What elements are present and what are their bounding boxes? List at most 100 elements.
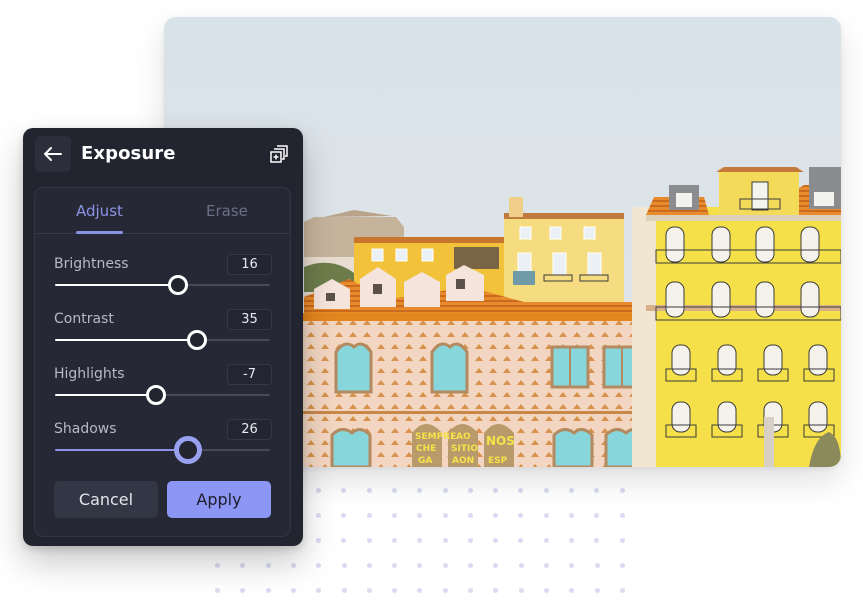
pattern-dot <box>544 588 549 593</box>
tab-erase[interactable]: Erase <box>206 202 248 220</box>
pattern-dot <box>215 588 220 593</box>
slider-handle[interactable] <box>167 275 188 295</box>
pattern-dot <box>468 588 473 593</box>
pattern-dot <box>240 563 245 568</box>
pattern-dot <box>519 588 524 593</box>
pattern-dot <box>316 563 321 568</box>
slider-label: Highlights <box>54 366 125 382</box>
pattern-dot <box>316 538 321 543</box>
pattern-dot <box>544 563 549 568</box>
highlights-value-input[interactable]: -7 <box>227 364 272 385</box>
pattern-dot <box>544 513 549 518</box>
pattern-dot <box>595 588 600 593</box>
pattern-dot <box>595 563 600 568</box>
pattern-dot <box>316 513 321 518</box>
pattern-dot <box>594 488 599 493</box>
pattern-dot <box>620 588 625 593</box>
pattern-dot <box>417 488 422 493</box>
shadows-value-input[interactable]: 26 <box>227 419 272 440</box>
panel-title: Exposure <box>81 143 176 164</box>
arrow-left-icon <box>44 147 62 161</box>
pattern-dot <box>519 563 524 568</box>
slider-row-contrast: Contrast 35 <box>54 309 272 361</box>
tab-bar: Adjust Erase <box>35 188 290 234</box>
contrast-value-input[interactable]: 35 <box>227 309 272 330</box>
pattern-dot <box>468 513 473 518</box>
pattern-dot <box>316 588 321 593</box>
highlights-slider[interactable] <box>55 385 270 405</box>
tab-adjust[interactable]: Adjust <box>76 202 123 220</box>
svg-text:NOS: NOS <box>486 434 515 448</box>
pattern-dot <box>367 488 372 493</box>
pattern-dot <box>569 513 574 518</box>
pattern-dot <box>266 588 271 593</box>
pattern-dot <box>594 538 599 543</box>
pattern-dot <box>620 563 625 568</box>
slider-handle[interactable] <box>174 436 203 464</box>
pattern-dot <box>266 563 271 568</box>
pattern-dot <box>620 538 625 543</box>
svg-text:CHE: CHE <box>416 444 436 454</box>
pattern-dot <box>620 513 625 518</box>
pattern-dot <box>392 563 397 568</box>
slider-row-highlights: Highlights -7 <box>54 364 272 416</box>
pattern-dot <box>417 513 422 518</box>
pattern-dot <box>341 538 346 543</box>
svg-text:AO: AO <box>456 432 471 442</box>
pattern-dot <box>367 538 372 543</box>
brightness-value-input[interactable]: 16 <box>227 254 272 275</box>
svg-text:GA: GA <box>418 456 432 466</box>
pattern-dot <box>443 488 448 493</box>
slider-row-shadows: Shadows 26 <box>54 419 272 471</box>
pattern-dot <box>518 488 523 493</box>
pattern-dot <box>443 588 448 593</box>
pattern-dot <box>620 488 625 493</box>
pattern-dot <box>240 588 245 593</box>
exposure-panel: Exposure Adjust Erase Brightness 16 Cont… <box>23 128 303 546</box>
pattern-dot <box>392 538 397 543</box>
svg-text:ESP: ESP <box>488 456 508 466</box>
pattern-dot <box>468 538 473 543</box>
pattern-dot <box>493 513 498 518</box>
pattern-dot <box>342 563 347 568</box>
svg-text:AON: AON <box>452 456 474 466</box>
slider-fill <box>55 394 157 396</box>
pattern-dot <box>443 513 448 518</box>
slider-label: Contrast <box>54 311 114 327</box>
slider-fill <box>55 449 189 451</box>
pattern-dot <box>367 563 372 568</box>
pattern-dot <box>367 588 372 593</box>
slider-label: Brightness <box>54 256 129 272</box>
back-button[interactable] <box>35 136 71 172</box>
pattern-dot <box>493 588 498 593</box>
pattern-dot <box>392 488 397 493</box>
duplicate-button[interactable] <box>269 144 289 164</box>
pattern-dot <box>544 488 549 493</box>
slider-fill <box>55 339 197 341</box>
active-tab-indicator <box>76 231 123 234</box>
contrast-slider[interactable] <box>55 330 270 350</box>
pattern-dot <box>341 513 346 518</box>
pattern-dot <box>417 538 422 543</box>
brightness-slider[interactable] <box>55 275 270 295</box>
apply-button[interactable]: Apply <box>167 481 271 518</box>
slider-handle[interactable] <box>186 330 207 350</box>
adjustment-card: Adjust Erase Brightness 16 Contrast 35 H… <box>34 187 291 537</box>
svg-text:SEMPRE: SEMPRE <box>415 432 456 442</box>
pattern-dot <box>544 538 549 543</box>
pattern-dot <box>443 538 448 543</box>
pattern-dot <box>493 488 498 493</box>
pattern-dot <box>493 538 498 543</box>
pattern-dot <box>493 563 498 568</box>
pattern-dot <box>468 563 473 568</box>
slider-handle[interactable] <box>146 385 167 405</box>
cancel-button[interactable]: Cancel <box>54 481 158 518</box>
shadows-slider[interactable] <box>55 436 270 464</box>
pattern-dot <box>518 538 523 543</box>
pattern-dot <box>367 513 372 518</box>
slider-fill <box>55 284 178 286</box>
slider-label: Shadows <box>54 421 117 437</box>
pattern-dot <box>468 488 473 493</box>
pattern-dot <box>392 513 397 518</box>
pattern-dot <box>291 588 296 593</box>
